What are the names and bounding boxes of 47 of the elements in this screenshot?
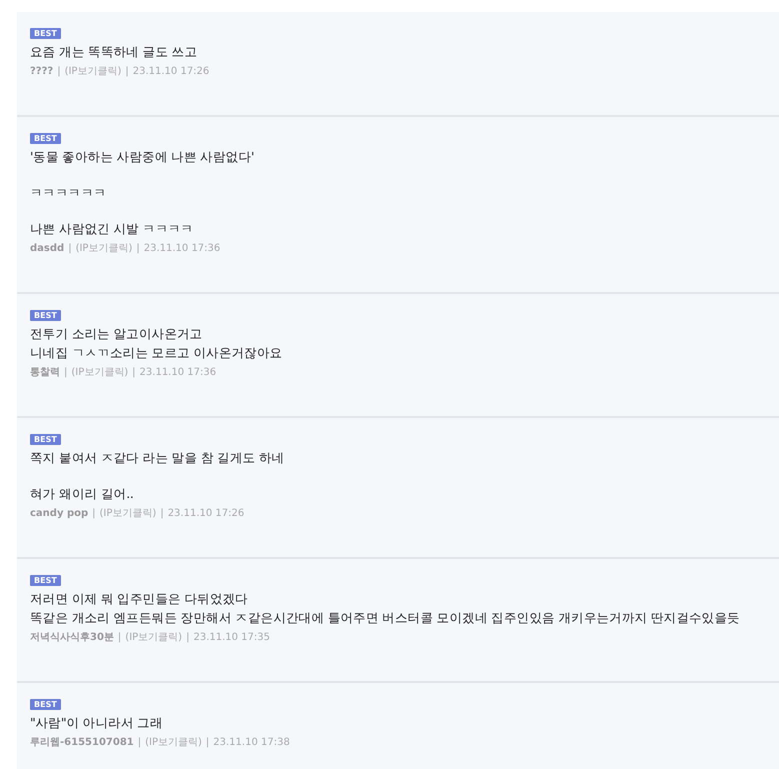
comment-text: 요즘 개는 똑똑하네 글도 쓰고 <box>30 43 198 61</box>
author-name: dasdd <box>30 242 64 256</box>
separator: | <box>92 507 96 521</box>
comment-text: 혀가 왜이리 길어.. <box>30 485 135 503</box>
comment-date: 23.11.10 17:26 <box>168 507 244 521</box>
comment-text: 니네집 ㄱㅅㄲ소리는 모르고 이사온거잖아요 <box>30 344 284 362</box>
comment-date: 23.11.10 17:35 <box>193 631 270 645</box>
author-name: 저녁식사식후30분 <box>30 631 114 645</box>
best-badge: BEST <box>30 28 61 39</box>
comment-text: 전투기 소리는 알고이사온거고 <box>30 325 204 343</box>
comment-text: 나쁜 사람없긴 시발 ㅋㅋㅋㅋ <box>30 220 194 238</box>
comment-date: 23.11.10 17:36 <box>140 366 216 380</box>
ip-link[interactable]: (IP보기클릭) <box>100 507 156 521</box>
separator: | <box>206 736 210 750</box>
ip-link[interactable]: (IP보기클릭) <box>125 631 182 645</box>
separator: | <box>160 507 164 521</box>
separator: | <box>132 366 136 380</box>
separator: | <box>68 242 72 256</box>
separator: | <box>186 631 190 645</box>
comment-date: 23.11.10 17:36 <box>144 242 220 256</box>
separator: | <box>125 65 129 79</box>
author-name: 통찰력 <box>30 366 60 380</box>
separator: | <box>57 65 61 79</box>
separator: | <box>64 366 68 380</box>
separator: | <box>138 736 142 750</box>
comment-text: 쪽지 붙여서 ㅈ같다 라는 말을 참 길게도 하네 <box>30 449 286 467</box>
author-name: candy pop <box>30 507 88 521</box>
ip-link[interactable]: (IP보기클릭) <box>64 65 122 79</box>
best-badge: BEST <box>30 699 61 710</box>
separator: | <box>118 631 122 645</box>
ip-link[interactable]: (IP보기클릭) <box>76 242 132 256</box>
best-badge: BEST <box>30 575 61 586</box>
author-name: ???? <box>30 65 54 79</box>
comment-text: '동물 좋아하는 사람중에 나쁜 사람없다' <box>30 148 256 166</box>
ip-link[interactable]: (IP보기클릭) <box>71 366 128 380</box>
comment-date: 23.11.10 17:38 <box>213 736 290 750</box>
comment-text: 똑같은 개소리 엠프든뭐든 장만해서 ㅈ같은시간대에 틀어주면 버스터콜 모이겠네 집주인있음 개키우는거까지 딴지걸수있을듯 <box>30 609 741 627</box>
comment-text: "사람"이 아니라서 그래 <box>30 714 164 732</box>
ip-link[interactable]: (IP보기클릭) <box>145 736 202 750</box>
best-badge: BEST <box>30 310 61 321</box>
separator: | <box>136 242 140 256</box>
comment-date: 23.11.10 17:26 <box>132 65 210 79</box>
comment-text: 저러면 이제 뭐 입주민들은 다뒤었겠다 <box>30 590 249 608</box>
comment-text: ㅋㅋㅋㅋㅋㅋ <box>30 184 108 202</box>
author-name: 루리웹-6155107081 <box>30 736 134 750</box>
best-badge: BEST <box>30 133 61 144</box>
best-badge: BEST <box>30 434 61 445</box>
